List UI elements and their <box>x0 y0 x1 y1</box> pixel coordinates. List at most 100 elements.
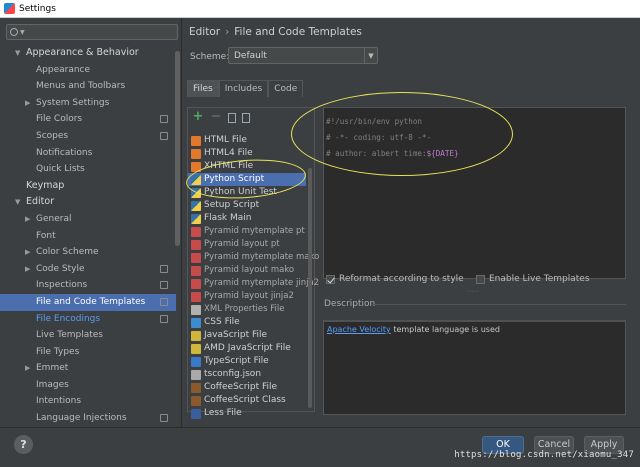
velocity-link[interactable]: Apache Velocity <box>327 325 391 334</box>
sidebar-item[interactable]: ▼ Editor <box>0 194 176 211</box>
template-item[interactable]: Pyramid mytemplate mako <box>188 251 319 264</box>
template-item[interactable]: Less File <box>188 407 306 420</box>
window-title: Settings <box>19 3 56 14</box>
remove-icon[interactable]: − <box>210 110 222 123</box>
title-bar: Settings <box>0 0 640 18</box>
reset-icon[interactable] <box>242 112 250 123</box>
chevron-right-icon[interactable]: ▶ <box>25 360 30 377</box>
sidebar-item[interactable]: Font <box>0 228 176 245</box>
tab-includes[interactable]: Includes <box>218 80 269 97</box>
sidebar-item[interactable]: File and Code Templates <box>0 293 176 311</box>
template-item[interactable]: JavaScript File <box>188 329 306 342</box>
sidebar-item[interactable]: Keymap <box>0 178 176 195</box>
sidebar-item[interactable]: Menus and Toolbars <box>0 78 176 95</box>
chevron-right-icon[interactable]: ▶ <box>25 95 30 112</box>
chevron-down-icon: ▼ <box>20 28 25 36</box>
sidebar-scrollbar[interactable] <box>175 51 180 246</box>
project-config-icon <box>160 115 168 124</box>
pyramid-file-icon <box>191 239 201 250</box>
copy-icon[interactable] <box>228 112 236 123</box>
sidebar-item[interactable]: Images <box>0 377 176 394</box>
template-item[interactable]: TypeScript File <box>188 355 306 368</box>
sidebar-item[interactable]: Scopes <box>0 128 176 145</box>
chevron-down-icon: ▼ <box>364 48 377 63</box>
template-item[interactable]: Pyramid layout jinja2 <box>188 290 306 303</box>
sidebar-item[interactable]: Appearance <box>0 62 176 79</box>
python-file-icon <box>191 213 201 224</box>
description-divider <box>371 304 626 305</box>
description-panel: Apache Velocity template language is use… <box>323 320 626 415</box>
annotation-ellipse-code <box>291 92 513 176</box>
live-templates-label: Enable Live Templates <box>489 274 590 284</box>
chevron-down-icon[interactable]: ▼ <box>15 194 20 211</box>
reformat-option[interactable]: Reformat according to style <box>326 274 464 284</box>
template-item-label: Pyramid layout pt <box>204 239 280 249</box>
help-button[interactable]: ? <box>14 435 33 454</box>
sidebar-item-label: Notifications <box>36 147 93 158</box>
template-item[interactable]: CSS File <box>188 316 306 329</box>
template-item[interactable]: HTML4 File <box>188 147 306 160</box>
template-item[interactable]: Pyramid layout mako <box>188 264 306 277</box>
settings-sidebar: ▼ ▼ Appearance & Behavior Appearance Menus … <box>0 18 182 427</box>
sidebar-item[interactable]: ▶ System Settings <box>0 95 176 112</box>
sidebar-item[interactable]: File Types <box>0 344 176 361</box>
template-item-label: CSS File <box>204 317 240 327</box>
project-config-icon <box>160 131 168 140</box>
settings-search[interactable]: ▼ <box>6 24 178 40</box>
template-item[interactable]: Flask Main <box>188 212 306 225</box>
sidebar-item[interactable]: ▶ Emmet <box>0 360 176 377</box>
splitter-grip[interactable]: ⋯⋯ <box>467 288 479 295</box>
template-item-label: HTML4 File <box>204 148 253 158</box>
template-list-scrollbar[interactable] <box>308 168 312 408</box>
coffee-file-icon <box>191 395 201 406</box>
sidebar-item[interactable]: Notifications <box>0 145 176 162</box>
sidebar-item[interactable]: ▶ Color Scheme <box>0 244 176 261</box>
scheme-select[interactable]: Default ▼ <box>228 47 378 64</box>
sidebar-item[interactable]: Inspections <box>0 277 176 294</box>
pyramid-file-icon <box>191 278 201 289</box>
live-templates-checkbox[interactable] <box>476 274 485 284</box>
template-item[interactable]: Pyramid mytemplate pt <box>188 225 306 238</box>
tab-files[interactable]: Files <box>187 80 219 97</box>
template-item[interactable]: tsconfig.json <box>188 368 306 381</box>
template-item[interactable]: XML Properties File <box>188 303 306 316</box>
template-item[interactable]: HTML File <box>188 134 306 147</box>
search-icon <box>10 28 18 36</box>
chevron-down-icon[interactable]: ▼ <box>15 45 20 62</box>
sidebar-item[interactable]: ▶ General <box>0 211 176 228</box>
template-item[interactable]: Pyramid layout pt <box>188 238 306 251</box>
template-item[interactable]: Pyramid mytemplate jinja2 <box>188 277 319 290</box>
template-item-label: Pyramid mytemplate pt <box>204 226 305 236</box>
sidebar-item-label: Language Injections <box>36 413 127 424</box>
sidebar-item-label: Editor <box>26 196 55 208</box>
sidebar-item[interactable]: ▼ Appearance & Behavior <box>0 45 176 62</box>
sidebar-item[interactable]: ▶ Code Style <box>0 261 176 278</box>
template-item-label: Setup Script <box>204 200 260 210</box>
sidebar-item[interactable]: Intentions <box>0 393 176 410</box>
app-icon <box>4 3 15 14</box>
sidebar-item[interactable]: Language Injections <box>0 410 176 427</box>
sidebar-item[interactable]: Live Templates <box>0 327 176 344</box>
chevron-right-icon[interactable]: ▶ <box>25 261 30 278</box>
add-icon[interactable]: + <box>192 110 204 123</box>
sidebar-item-label: Quick Lists <box>36 164 85 175</box>
template-item[interactable]: Setup Script <box>188 199 306 212</box>
project-config-icon <box>160 264 168 273</box>
template-item[interactable]: CoffeeScript Class <box>188 394 306 407</box>
chevron-right-icon[interactable]: ▶ <box>25 244 30 261</box>
template-item-label: Pyramid mytemplate mako <box>204 252 320 262</box>
sidebar-item[interactable]: File Encodings <box>0 311 176 328</box>
template-item-label: Flask Main <box>204 213 252 223</box>
template-item[interactable]: CoffeeScript File <box>188 381 306 394</box>
sidebar-item[interactable]: File Colors <box>0 111 176 128</box>
sidebar-item-label: Inspections <box>36 280 88 291</box>
live-templates-option[interactable]: Enable Live Templates <box>476 274 590 284</box>
template-item[interactable]: AMD JavaScript File <box>188 342 306 355</box>
sidebar-item[interactable]: Quick Lists <box>0 161 176 178</box>
description-text: Apache Velocity template language is use… <box>327 325 500 334</box>
project-config-icon <box>160 414 168 423</box>
tab-code[interactable]: Code <box>268 80 304 97</box>
chevron-right-icon[interactable]: ▶ <box>25 211 30 228</box>
sidebar-item-label: File Colors <box>36 114 83 125</box>
reformat-checkbox[interactable] <box>326 274 335 284</box>
